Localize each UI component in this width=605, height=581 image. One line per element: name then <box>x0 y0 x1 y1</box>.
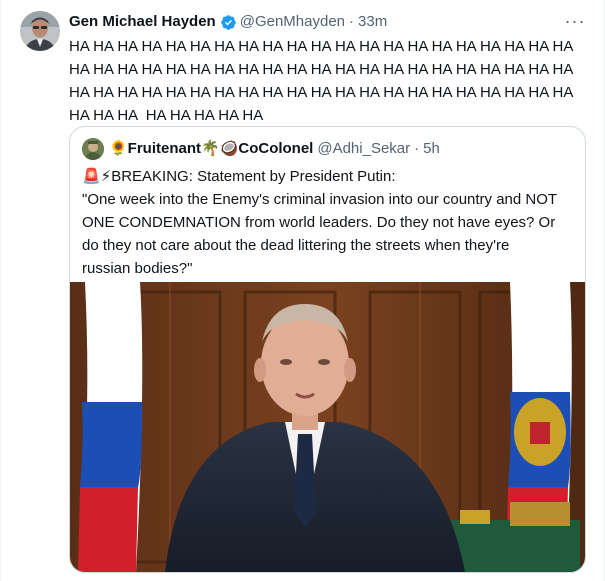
author-name[interactable]: Gen Michael Hayden <box>69 12 216 32</box>
quoted-tweet-header: 🌻Fruitenant🌴🥥CoColonel @Adhi_Sekar · 5h <box>82 138 440 160</box>
tweet-card[interactable]: Gen Michael Hayden @GenMhayden · 33m ···… <box>0 0 605 581</box>
quoted-author-avatar[interactable] <box>82 138 104 160</box>
tweet-text-line: HA HA HA HA HA HA HA HA HA HA HA HA HA H… <box>69 38 574 55</box>
tweet-text: HA HA HA HA HA HA HA HA HA HA HA HA HA H… <box>69 35 584 127</box>
verified-badge-icon <box>220 14 236 30</box>
quoted-text-line: russian bodies?" <box>82 260 193 277</box>
quoted-author-handle[interactable]: @Adhi_Sekar <box>317 139 410 159</box>
quoted-tweet-timestamp[interactable]: 5h <box>423 139 440 159</box>
separator-dot: · <box>414 140 420 157</box>
separator-dot: · <box>349 13 355 30</box>
quoted-text-line: 🚨⚡BREAKING: Statement by President Putin… <box>82 168 396 185</box>
quoted-tweet[interactable]: 🌻Fruitenant🌴🥥CoColonel @Adhi_Sekar · 5h … <box>69 126 586 573</box>
tweet-header: Gen Michael Hayden @GenMhayden · 33m <box>69 12 387 32</box>
tweet-text-line: HA HA HA HA HA HA HA HA HA HA HA HA HA H… <box>69 61 574 78</box>
tweet-timestamp[interactable]: 33m <box>358 12 387 32</box>
more-options-icon[interactable]: ··· <box>563 10 587 32</box>
quoted-text-line: "One week into the Enemy's criminal inva… <box>82 191 558 208</box>
quoted-author-name[interactable]: 🌻Fruitenant🌴🥥CoColonel <box>109 139 313 159</box>
author-handle[interactable]: @GenMhayden <box>240 12 345 32</box>
author-avatar[interactable] <box>20 11 60 51</box>
quoted-text-line: do they not care about the dead litterin… <box>82 237 510 254</box>
quoted-text-line: ONE CONDEMNATION from world leaders. Do … <box>82 214 556 231</box>
quoted-tweet-text: 🚨⚡BREAKING: Statement by President Putin… <box>82 165 578 280</box>
tweet-text-line: HA HA HA HA HA HA HA HA <box>69 107 264 124</box>
quoted-tweet-photo[interactable] <box>70 282 585 572</box>
tweet-text-line: HA HA HA HA HA HA HA HA HA HA HA HA HA H… <box>69 84 574 101</box>
